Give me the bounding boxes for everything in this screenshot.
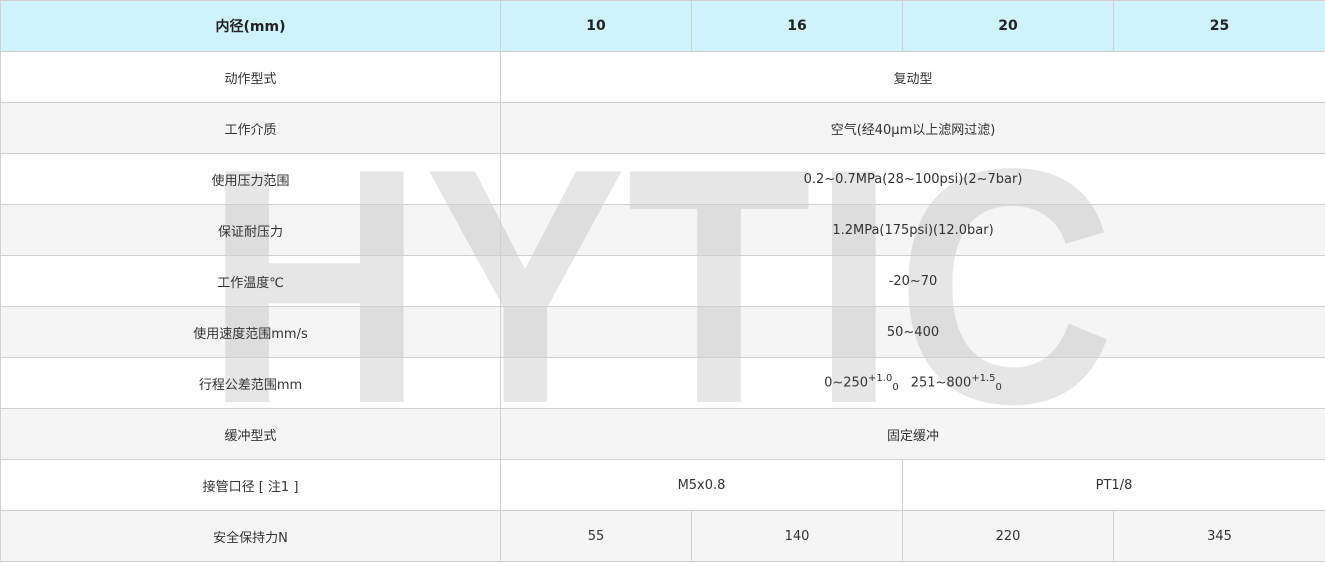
holding-force-25: 345 (1113, 510, 1325, 562)
cushion-value: 固定缓冲 (500, 408, 1325, 460)
proof-pressure-value: 1.2MPa(175psi)(12.0bar) (500, 204, 1325, 256)
table-row: 接管口径 [ 注1 ] M5x0.8 PT1/8 (0, 459, 1325, 511)
stroke-tolerance-value: 0~250+1.00 251~800+1.50 (500, 357, 1325, 409)
port-size-large: PT1/8 (902, 459, 1325, 511)
stroke-range-2-upper: +1.5 (971, 373, 996, 385)
pressure-range-label: 使用压力范围 (0, 153, 501, 205)
port-size-label: 接管口径 [ 注1 ] (0, 459, 501, 511)
proof-pressure-label: 保证耐压力 (0, 204, 501, 256)
stroke-range-1-upper: +1.0 (868, 373, 893, 385)
holding-force-20: 220 (902, 510, 1114, 562)
table-row: 安全保持力N 55 140 220 345 (0, 510, 1325, 562)
bore-16-header: 16 (691, 0, 903, 52)
spec-table: 内径(mm) 10 16 20 25 动作型式 复动型 工作介质 空气(经40μ… (0, 0, 1325, 562)
medium-label: 工作介质 (0, 102, 501, 154)
action-type-value: 复动型 (500, 51, 1325, 103)
table-row: 使用压力范围 0.2~0.7MPa(28~100psi)(2~7bar) (0, 153, 1325, 205)
holding-force-label: 安全保持力N (0, 510, 501, 562)
table-row: 行程公差范围mm 0~250+1.00 251~800+1.50 (0, 357, 1325, 409)
holding-force-16: 140 (691, 510, 903, 562)
bore-header-label: 内径(mm) (0, 0, 501, 52)
holding-force-10: 55 (500, 510, 692, 562)
action-type-label: 动作型式 (0, 51, 501, 103)
bore-25-header: 25 (1113, 0, 1325, 52)
bore-20-header: 20 (902, 0, 1114, 52)
stroke-tolerance-label: 行程公差范围mm (0, 357, 501, 409)
temperature-value: -20~70 (500, 255, 1325, 307)
table-row: 使用速度范围mm/s 50~400 (0, 306, 1325, 358)
table-row: 缓冲型式 固定缓冲 (0, 408, 1325, 460)
temperature-label: 工作温度℃ (0, 255, 501, 307)
medium-value: 空气(经40μm以上滤网过滤) (500, 102, 1325, 154)
stroke-range-2-lower: 0 (995, 381, 1002, 393)
header-row: 内径(mm) 10 16 20 25 (0, 0, 1325, 52)
pressure-range-value: 0.2~0.7MPa(28~100psi)(2~7bar) (500, 153, 1325, 205)
port-size-small: M5x0.8 (500, 459, 903, 511)
table-row: 工作介质 空气(经40μm以上滤网过滤) (0, 102, 1325, 154)
cushion-label: 缓冲型式 (0, 408, 501, 460)
table-row: 保证耐压力 1.2MPa(175psi)(12.0bar) (0, 204, 1325, 256)
table-row: 动作型式 复动型 (0, 51, 1325, 103)
table-row: 工作温度℃ -20~70 (0, 255, 1325, 307)
speed-range-value: 50~400 (500, 306, 1325, 358)
speed-range-label: 使用速度范围mm/s (0, 306, 501, 358)
stroke-range-1: 0~250 (824, 375, 869, 391)
stroke-range-1-lower: 0 (892, 381, 899, 393)
stroke-range-2: 251~800 (910, 375, 972, 391)
bore-10-header: 10 (500, 0, 692, 52)
